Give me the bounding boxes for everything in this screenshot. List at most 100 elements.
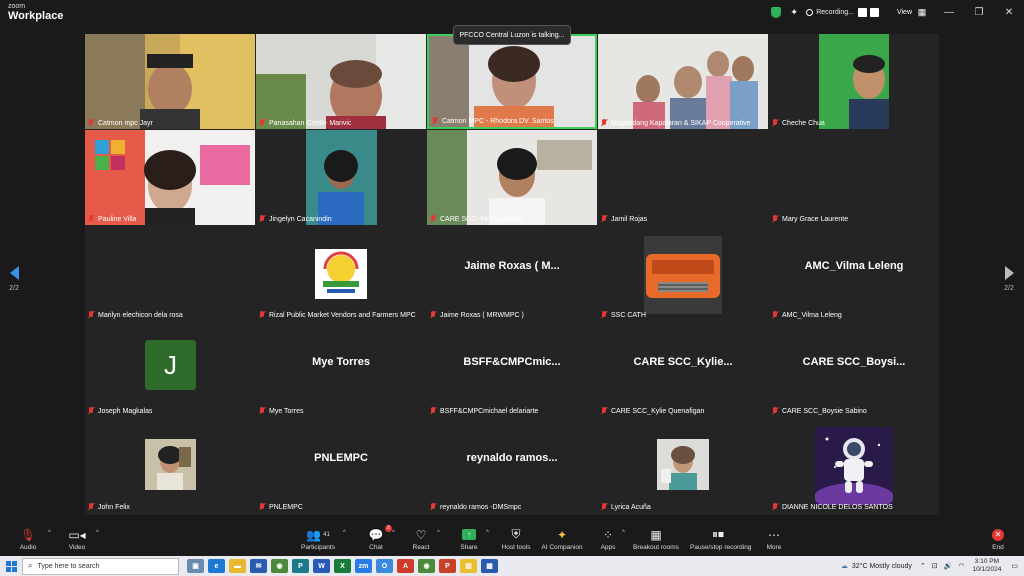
end-meeting-button[interactable]: ✕ End [972,527,1024,551]
participant-tile[interactable]: Catmon mpc Jayr [85,34,255,129]
heart-icon: ♡ [415,527,427,542]
search-placeholder: Type here to search [37,562,100,570]
muted-mic-icon [601,407,607,415]
participant-tile[interactable]: J Joseph Magkalas [85,322,255,417]
record-icon [806,8,814,16]
publisher-icon[interactable]: P [292,559,309,573]
participant-name: Panasahan Credit- Marivic [269,119,352,127]
participant-tile[interactable]: BSFF&CMPCmic... BSFF&CMPCmichael delaria… [427,322,597,417]
participant-display-name: CARE SCC_Boysi... [802,356,906,368]
share-options-chevron-icon[interactable]: ^ [486,530,489,536]
breakout-rooms-label: Breakout rooms [633,544,679,551]
participant-name: Lyrica Acuña [611,503,651,511]
recording-indicator[interactable]: Recording... [806,7,879,17]
pause-recording-icon[interactable] [857,7,867,17]
participants-options-chevron-icon[interactable]: ^ [343,530,346,536]
participant-tile[interactable]: DIANNE NICOLE DELOS SANTOS [769,418,939,513]
view-button[interactable]: View [897,9,912,16]
weather-icon: ☁ [840,563,848,570]
file-explorer-icon[interactable]: ▬ [229,559,246,573]
share-screen-icon: ↑ [462,529,476,540]
participant-tile[interactable]: Lyrica Acuña [598,418,768,513]
pause-stop-recording-button[interactable]: ⏸⏹ Pause/stop recording [690,527,751,551]
wifi-icon[interactable]: ◠ [958,562,964,570]
host-tools-button[interactable]: ⛨ Host tools [490,527,542,551]
chevron-left-icon[interactable] [9,266,19,280]
weather-text[interactable]: 32°C Mostly cloudy [852,563,912,570]
participants-label: Participants [301,544,335,551]
participant-tile[interactable]: CARE SCC_Kylie... CARE SCC_Kylie Quenafi… [598,322,768,417]
chevron-up-icon[interactable]: ⌃ [920,562,926,570]
participant-tile[interactable]: Magandang Kapalaran & SIKAP Cooperative [598,34,768,129]
participant-tile[interactable]: Panasahan Credit- Marivic [256,34,426,129]
participant-tile[interactable]: Mary Grace Laurente [769,130,939,225]
ai-sparkle-icon: ✦ [556,527,568,542]
zoom-taskbar-icon[interactable]: zm [355,559,372,573]
previous-page[interactable]: 2/2 [4,266,24,292]
participant-tile[interactable]: CARE SCC_Boysi... CARE SCC_Boysie Sabino [769,322,939,417]
audio-button[interactable]: 🎙 Audio [2,527,54,552]
network-icon[interactable]: ⊡ [932,562,938,570]
participant-tile[interactable]: Mye Torres Mye Torres [256,322,426,417]
participant-name: Catmon mpc Jayr [98,119,153,127]
participant-name: Jaime Roxas ( MRWMPC ) [440,311,524,319]
chrome-icon[interactable]: ◉ [271,559,288,573]
outlook-icon[interactable]: O [376,559,393,573]
participant-name: Rizal Public Market Vendors and Farmers … [269,311,416,319]
ai-sparkle-icon[interactable]: ✦ [788,6,800,18]
participant-tile[interactable]: Cheche Chua [769,34,939,129]
participant-name: CARE SCC_Boysie Sabino [782,407,867,415]
participant-tile[interactable]: John Felix [85,418,255,513]
task-view-icon[interactable]: ▣ [187,559,204,573]
participant-tile[interactable]: Rizal Public Market Vendors and Farmers … [256,226,426,321]
participant-tile[interactable]: CARE SCC- Fe Bagalawis [427,130,597,225]
participant-tile[interactable]: SSC CATH [598,226,768,321]
restore-icon[interactable]: ❐ [964,0,994,24]
participant-name: Catmon MPC - Rhodora DV. Santos [442,117,554,125]
chevron-right-icon[interactable] [1004,266,1014,280]
powerpoint-icon[interactable]: P [439,559,456,573]
participant-tile-active-speaker[interactable]: Catmon MPC - Rhodora DV. Santos [427,34,597,129]
sticky-notes-icon[interactable]: ▤ [460,559,477,573]
apps-button[interactable]: ⁘ Apps [582,527,634,552]
volume-icon[interactable]: 🔊 [944,562,953,570]
chrome-2-icon[interactable]: ◉ [418,559,435,573]
participant-tile[interactable]: Jaime Roxas ( M... Jaime Roxas ( MRWMPC … [427,226,597,321]
app-icon[interactable]: ▦ [481,559,498,573]
stop-recording-icon[interactable] [869,7,879,17]
mail-icon[interactable]: ✉ [250,559,267,573]
next-page[interactable]: 2/2 [999,266,1019,292]
excel-icon[interactable]: X [334,559,351,573]
more-button[interactable]: ⋯ More [748,527,800,552]
participant-video [429,36,595,127]
participant-display-name: Mye Torres [312,356,370,368]
participant-tile[interactable]: Marilyn elechicon dela rosa [85,226,255,321]
apps-options-chevron-icon[interactable]: ^ [622,530,625,536]
video-options-chevron-icon[interactable]: ^ [96,530,99,536]
muted-mic-icon [259,503,265,511]
clock[interactable]: 3:10 PM 10/1/2024 [972,558,1001,574]
grid-view-icon[interactable]: ▦ [916,6,928,18]
participant-tile[interactable]: Pauline Villa [85,130,255,225]
participant-tile[interactable]: PNLEMPC PNLEMPC [256,418,426,513]
react-options-chevron-icon[interactable]: ^ [437,530,440,536]
video-gallery: Catmon mpc Jayr Panasahan Credit- Marivi… [85,34,939,515]
close-window-icon[interactable]: ✕ [994,0,1024,24]
word-icon[interactable]: W [313,559,330,573]
muted-mic-icon [432,117,438,125]
participant-tile[interactable]: Jingelyn Cacanindin [256,130,426,225]
minimize-icon[interactable]: — [934,0,964,24]
participant-tile[interactable]: reynaldo ramos... reynaldo ramos -DMSmpc [427,418,597,513]
ai-companion-button[interactable]: ✦ AI Companion [536,527,588,552]
participant-tile[interactable]: AMC_Vilma Leleng AMC_Vilma Leleng [769,226,939,321]
muted-mic-icon [430,503,436,511]
start-button[interactable] [0,556,22,576]
security-shield-icon[interactable] [770,6,782,18]
participant-tile[interactable]: Jamil Rojas [598,130,768,225]
breakout-rooms-button[interactable]: ▦ Breakout rooms [630,527,682,552]
taskbar-search[interactable]: ⌕ Type here to search [22,557,179,575]
notifications-icon[interactable]: ▭ [1011,562,1018,570]
participants-button[interactable]: 👥 41 Participants [292,527,344,552]
edge-icon[interactable]: e [208,559,225,573]
acrobat-icon[interactable]: A [397,559,414,573]
